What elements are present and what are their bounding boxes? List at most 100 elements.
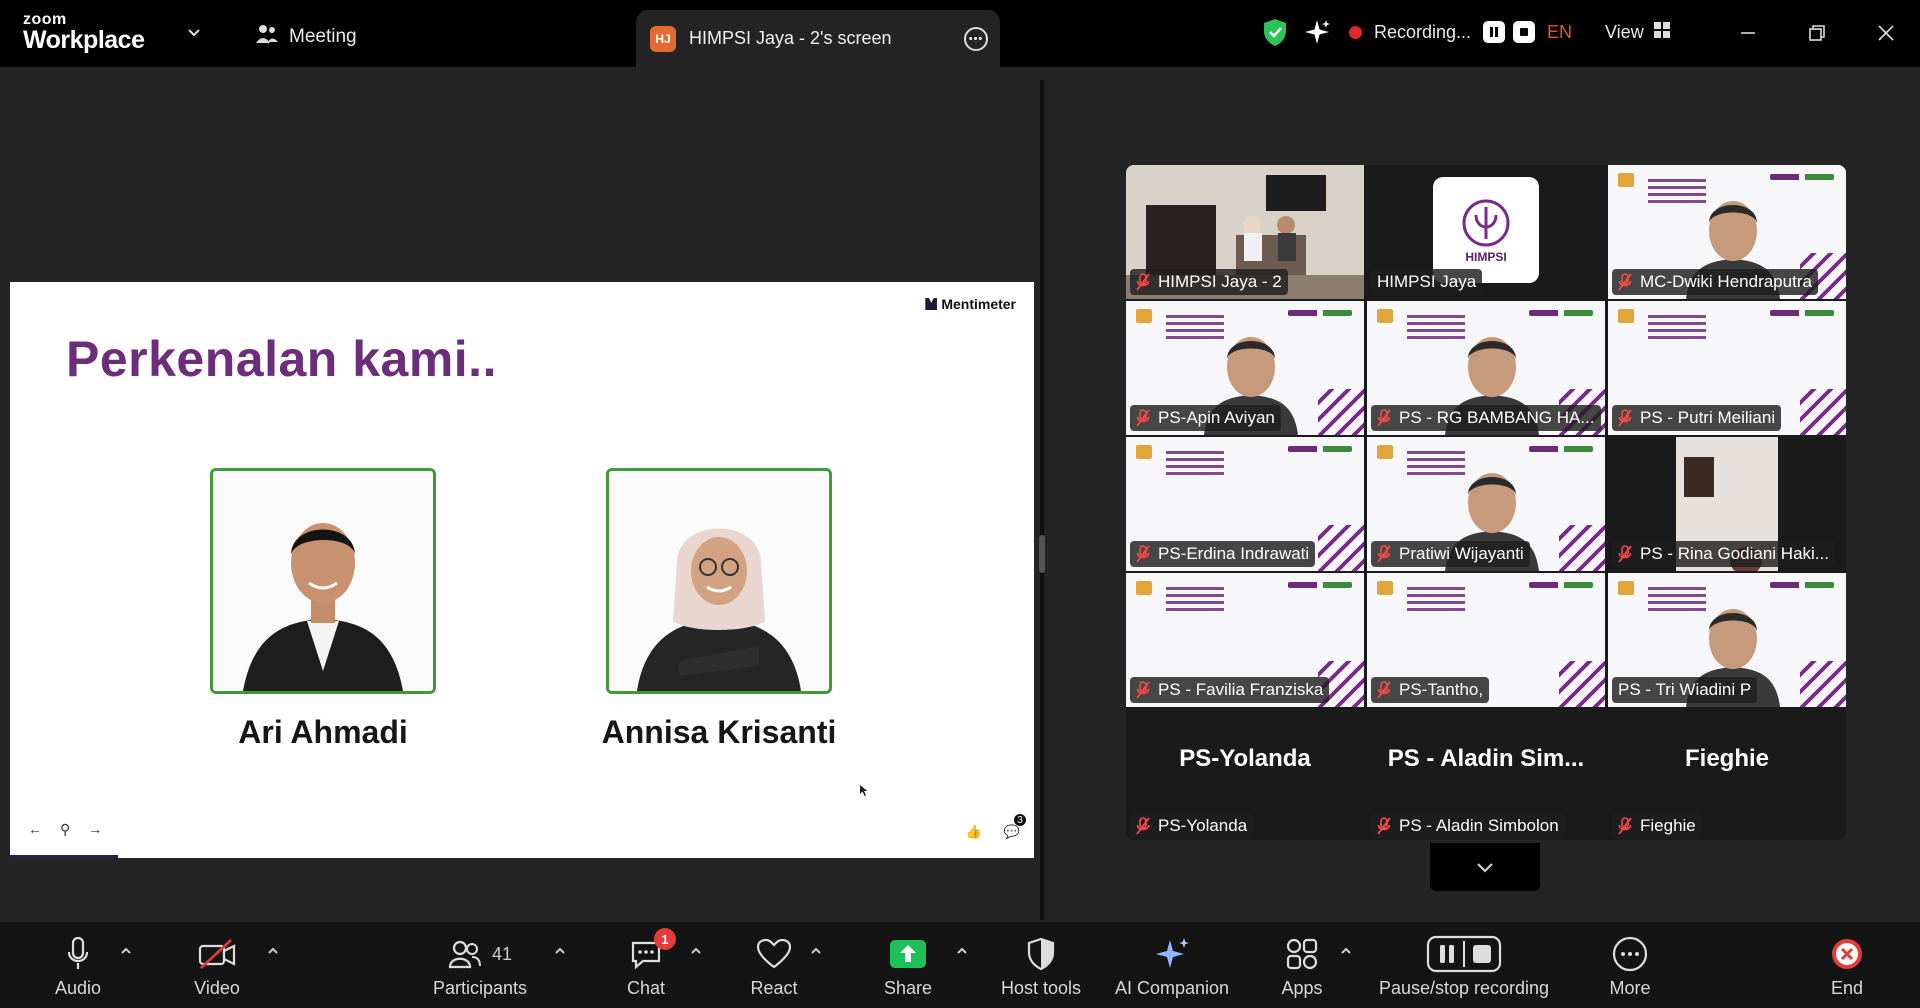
participant-display-name: PS-Yolanda bbox=[1179, 745, 1311, 772]
participant-tile[interactable]: PS-Apin Aviyan bbox=[1126, 301, 1364, 435]
participant-nameplate: HIMPSI Jaya bbox=[1371, 269, 1483, 295]
mic-muted-icon bbox=[1618, 273, 1632, 291]
participant-nameplate: Fieghie bbox=[1612, 813, 1702, 839]
more-button[interactable]: More bbox=[1602, 934, 1658, 999]
chat-options-caret-icon[interactable] bbox=[689, 944, 703, 958]
participant-nameplate: PS - RG BAMBANG HA... bbox=[1371, 405, 1601, 431]
ai-sparkle-icon[interactable] bbox=[1303, 14, 1331, 50]
participant-name: PS-Yolanda bbox=[1158, 816, 1248, 835]
mic-muted-icon bbox=[1136, 817, 1150, 835]
participants-button[interactable]: 41 Participants bbox=[430, 934, 530, 999]
restore-button[interactable] bbox=[1802, 18, 1832, 48]
language-button[interactable]: EN bbox=[1547, 14, 1572, 50]
participant-nameplate: Pratiwi Wijayanti bbox=[1371, 541, 1530, 567]
pause-recording-button[interactable] bbox=[1483, 21, 1506, 43]
security-shield-icon[interactable] bbox=[1262, 14, 1288, 50]
react-options-caret-icon[interactable] bbox=[809, 944, 823, 958]
tab-meeting[interactable]: Meeting bbox=[255, 20, 357, 54]
participant-tile[interactable]: HIMPSI HIMPSI Jaya bbox=[1367, 165, 1605, 299]
video-label: Video bbox=[194, 978, 240, 998]
participant-tile[interactable]: PS - Favilia Franziska bbox=[1126, 573, 1364, 707]
apps-icon bbox=[1286, 938, 1318, 970]
participant-display-name: Fieghie bbox=[1684, 745, 1769, 772]
share-button[interactable]: Share bbox=[880, 934, 936, 999]
react-label: React bbox=[750, 978, 798, 998]
person-photo-annisa bbox=[606, 468, 832, 694]
stop-recording-button[interactable] bbox=[1513, 21, 1536, 43]
participant-name: HIMPSI Jaya bbox=[1377, 272, 1477, 291]
participant-tile[interactable]: PS - Rina Godiani Haki... bbox=[1608, 437, 1846, 571]
shared-screen-title: HIMPSI Jaya - 2's screen bbox=[689, 28, 892, 48]
ai-companion-icon bbox=[1156, 938, 1189, 968]
location-pin-icon[interactable]: ⚲ bbox=[60, 821, 70, 838]
video-button[interactable]: Video bbox=[189, 934, 245, 999]
participant-tile[interactable]: PS - Putri Meiliani bbox=[1608, 301, 1846, 435]
participant-name: Fieghie bbox=[1640, 816, 1696, 835]
recording-indicator: Recording... bbox=[1349, 14, 1536, 50]
react-button[interactable]: React bbox=[746, 934, 802, 999]
participant-tile[interactable]: MC-Dwiki Hendraputra bbox=[1608, 165, 1846, 299]
video-off-icon bbox=[198, 939, 236, 969]
panel-divider[interactable] bbox=[1039, 80, 1045, 920]
resize-grip[interactable] bbox=[1039, 535, 1045, 573]
close-icon[interactable] bbox=[1871, 18, 1901, 48]
shield-icon bbox=[1027, 937, 1055, 971]
participant-nameplate: PS - Rina Godiani Haki... bbox=[1612, 541, 1835, 567]
mic-muted-icon bbox=[1618, 545, 1632, 563]
minimize-button[interactable] bbox=[1733, 18, 1763, 48]
participants-options-caret-icon[interactable] bbox=[553, 944, 567, 958]
participant-name: Pratiwi Wijayanti bbox=[1399, 544, 1524, 563]
chat-button[interactable]: 1 Chat bbox=[620, 928, 676, 999]
participant-tile[interactable]: PS - Tri Wiadini P bbox=[1608, 573, 1846, 707]
slide-reactions: 👍 💬 3 bbox=[966, 814, 1026, 840]
audio-button[interactable]: Audio bbox=[50, 934, 106, 999]
gallery-scroll-down-button[interactable] bbox=[1430, 843, 1540, 891]
ai-companion-button[interactable]: AI Companion bbox=[1110, 934, 1234, 999]
participant-tile[interactable]: PS-Yolanda PS-Yolanda bbox=[1126, 709, 1364, 840]
audio-options-caret-icon[interactable] bbox=[119, 944, 133, 958]
apps-button[interactable]: Apps bbox=[1274, 934, 1330, 999]
share-options-caret-icon[interactable] bbox=[955, 944, 969, 958]
participant-tile[interactable]: PS-Tantho, bbox=[1367, 573, 1605, 707]
participant-tile[interactable]: Pratiwi Wijayanti bbox=[1367, 437, 1605, 571]
apps-options-caret-icon[interactable] bbox=[1339, 944, 1353, 958]
participant-gallery: HIMPSI Jaya - 2 HIMPSI HIMPSI Jaya MC-Dwiki… bbox=[1126, 165, 1846, 840]
participant-tile[interactable]: HIMPSI Jaya - 2 bbox=[1126, 165, 1364, 299]
view-button[interactable]: View bbox=[1605, 14, 1670, 50]
more-icon bbox=[1612, 936, 1648, 972]
participants-count: 41 bbox=[491, 943, 513, 964]
chevron-down-icon[interactable] bbox=[184, 22, 204, 42]
next-slide-icon[interactable]: → bbox=[88, 821, 102, 838]
more-options-icon[interactable]: ••• bbox=[964, 27, 988, 51]
prev-slide-icon[interactable]: ← bbox=[28, 821, 42, 838]
participant-nameplate: PS-Apin Aviyan bbox=[1130, 405, 1281, 431]
host-tools-button[interactable]: Host tools bbox=[995, 934, 1087, 999]
comments-icon[interactable]: 💬 3 bbox=[1004, 814, 1026, 840]
participant-name: PS-Erdina Indrawati bbox=[1158, 544, 1310, 563]
participant-tile[interactable]: PS - Aladin Sim... PS - Aladin Simbolon bbox=[1367, 709, 1605, 840]
heart-icon bbox=[756, 938, 792, 969]
chat-unread-badge: 1 bbox=[654, 928, 676, 950]
participant-tile[interactable]: PS - RG BAMBANG HA... bbox=[1367, 301, 1605, 435]
recording-label: Recording... bbox=[1374, 21, 1472, 42]
participant-name: PS - Favilia Franziska bbox=[1158, 680, 1324, 699]
participants-label: Participants bbox=[432, 978, 528, 998]
thumbs-up-icon[interactable]: 👍 bbox=[966, 824, 982, 840]
end-meeting-button[interactable]: End bbox=[1823, 934, 1871, 999]
mic-muted-icon bbox=[1377, 409, 1391, 427]
participant-nameplate: PS-Tantho, bbox=[1371, 677, 1490, 703]
tab-shared-screen[interactable]: HJ HIMPSI Jaya - 2's screen ••• bbox=[636, 10, 1000, 67]
chat-label: Chat bbox=[626, 978, 666, 998]
mentimeter-brand: Mentimeter bbox=[925, 296, 1016, 312]
pause-stop-recording-button[interactable]: Pause/stop recording bbox=[1373, 934, 1555, 999]
participant-name: PS - Aladin Simbolon bbox=[1399, 816, 1559, 835]
participant-tile[interactable]: PS-Erdina Indrawati bbox=[1126, 437, 1364, 571]
meeting-tab-label: Meeting bbox=[289, 26, 357, 47]
brand-label: Mentimeter bbox=[941, 296, 1016, 312]
participant-nameplate: MC-Dwiki Hendraputra bbox=[1612, 269, 1818, 295]
video-options-caret-icon[interactable] bbox=[266, 944, 280, 958]
participant-nameplate: PS - Tri Wiadini P bbox=[1612, 677, 1758, 703]
mouse-cursor-icon bbox=[860, 785, 868, 796]
mic-muted-icon bbox=[1377, 817, 1391, 835]
participant-tile[interactable]: Fieghie Fieghie bbox=[1608, 709, 1846, 840]
